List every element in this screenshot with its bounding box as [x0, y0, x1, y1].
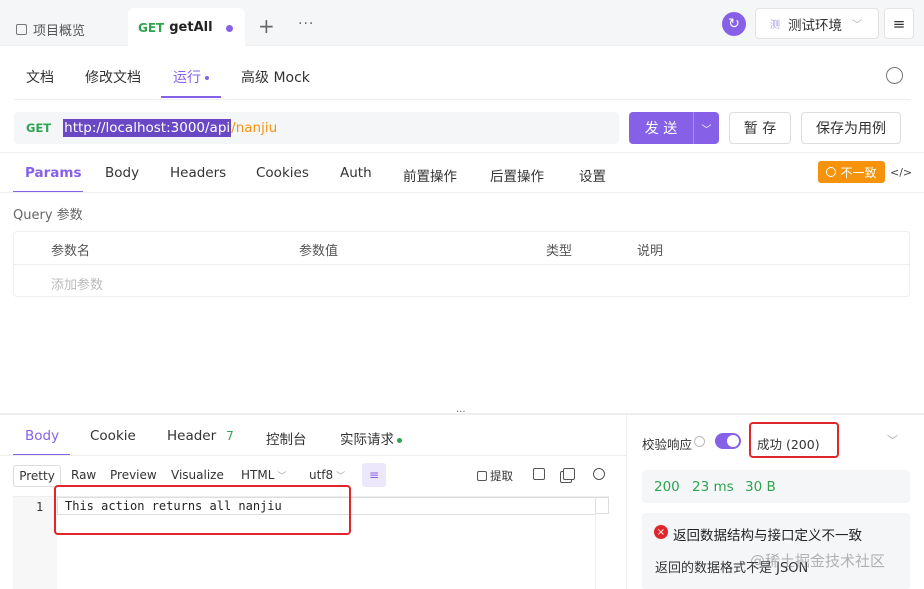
- resp-tab-cookie[interactable]: Cookie: [90, 428, 136, 444]
- toggle-knob: [727, 435, 739, 447]
- tab-getall[interactable]: GET getAll: [128, 8, 245, 47]
- send-button[interactable]: 发 送 ﹀: [629, 112, 719, 144]
- save-button[interactable]: 暂 存: [729, 112, 791, 144]
- run-dot: [205, 76, 209, 80]
- subtab-edit-doc[interactable]: 修改文档: [85, 67, 141, 87]
- resp-tab-divider: [0, 455, 626, 456]
- subtab-divider: [14, 99, 910, 100]
- unsaved-dot: [226, 25, 233, 32]
- subtab-mock[interactable]: 高级 Mock: [241, 67, 310, 87]
- drag-handle[interactable]: ···: [456, 407, 466, 418]
- view-visualize[interactable]: Visualize: [171, 468, 224, 482]
- save-case-button[interactable]: 保存为用例: [801, 112, 901, 144]
- status-highlight-box: [749, 422, 839, 458]
- env-select[interactable]: 测 测试环境 ﹀: [755, 8, 879, 39]
- sync-icon[interactable]: ↻: [722, 12, 746, 36]
- paramtab-divider: [0, 192, 924, 193]
- tab-method: GET: [138, 20, 165, 35]
- code-gutter: [13, 497, 57, 589]
- line-number: 1: [36, 500, 44, 514]
- chevron-down-icon: ﹀: [336, 472, 346, 482]
- tab-params[interactable]: Params: [25, 165, 82, 181]
- tab-settings[interactable]: 设置: [579, 165, 606, 185]
- url-method: GET: [26, 121, 52, 135]
- resp-tab-console[interactable]: 控制台: [266, 428, 307, 448]
- query-title: Query 参数: [13, 208, 83, 223]
- actual-dot: [397, 437, 402, 443]
- add-param-input[interactable]: 添加参数: [51, 274, 103, 293]
- header-count: 7: [226, 429, 234, 443]
- tab-headers[interactable]: Headers: [170, 165, 226, 181]
- col-name: 参数名: [51, 244, 91, 259]
- code-icon[interactable]: </>: [890, 166, 912, 179]
- chevron-down-icon[interactable]: ﹀: [887, 432, 898, 448]
- resp-tab-header[interactable]: Header 7: [167, 428, 234, 444]
- validate-toggle[interactable]: [715, 433, 741, 449]
- chevron-down-icon: ﹀: [277, 472, 287, 482]
- col-desc: 说明: [637, 244, 664, 259]
- encoding-select[interactable]: utf8 ﹀: [309, 468, 345, 482]
- url-path: /nanjiu: [231, 120, 278, 136]
- env-badge: 测: [770, 20, 780, 31]
- extract-icon: [477, 471, 487, 481]
- download-icon[interactable]: [533, 468, 545, 480]
- subtab-doc[interactable]: 文档: [26, 67, 54, 87]
- add-tab-button[interactable]: +: [258, 14, 275, 38]
- view-preview[interactable]: Preview: [110, 468, 157, 482]
- col-type: 类型: [546, 244, 573, 259]
- view-pretty[interactable]: Pretty: [13, 465, 61, 487]
- extract-button[interactable]: 提取: [477, 468, 513, 484]
- url-base: http://localhost:3000/api: [63, 119, 232, 137]
- wrap-icon[interactable]: ≡: [362, 463, 386, 487]
- response-size: 30 B: [745, 479, 776, 495]
- search-icon[interactable]: [593, 468, 605, 480]
- chevron-down-icon: ﹀: [852, 20, 862, 31]
- subtab-run[interactable]: 运行: [173, 67, 209, 87]
- view-raw[interactable]: Raw: [71, 468, 96, 482]
- url-divider: [0, 152, 924, 153]
- body-highlight-box: [54, 485, 351, 535]
- clock-icon: [826, 167, 837, 177]
- tab-pre-ops[interactable]: 前置操作: [403, 165, 457, 185]
- summary-bar: [642, 470, 910, 503]
- status-code: 200: [654, 479, 680, 495]
- copy-icon[interactable]: [563, 468, 575, 480]
- menu-button[interactable]: ≡: [884, 8, 914, 39]
- overview-icon: [16, 24, 27, 35]
- history-icon[interactable]: [886, 67, 903, 84]
- help-icon[interactable]: [694, 436, 705, 447]
- env-name: 测试环境: [788, 17, 842, 34]
- send-dropdown-icon[interactable]: ﹀: [693, 112, 719, 144]
- subtab-run-underline: [161, 96, 221, 98]
- tab-body[interactable]: Body: [105, 165, 139, 181]
- tab-name: getAll: [169, 20, 213, 35]
- code-scrollbar-thumb: [595, 497, 609, 514]
- error-title: 返回数据结构与接口定义不一致: [673, 528, 862, 544]
- watermark: @稀土掘金技术社区: [750, 552, 886, 570]
- response-time: 23 ms: [692, 479, 734, 495]
- validate-label: 校验响应: [642, 437, 693, 452]
- error-icon: ×: [654, 525, 668, 539]
- more-tabs-button[interactable]: ···: [298, 16, 314, 32]
- resp-tab-actual[interactable]: 实际请求: [340, 428, 402, 448]
- format-select[interactable]: HTML ﹀: [241, 468, 286, 482]
- url-bar[interactable]: GET http://localhost:3000/api /nanjiu: [14, 112, 619, 144]
- inconsistent-badge[interactable]: 不一致: [818, 161, 885, 183]
- col-value: 参数值: [299, 244, 339, 259]
- tab-cookies[interactable]: Cookies: [256, 165, 309, 181]
- tab-post-ops[interactable]: 后置操作: [490, 165, 544, 185]
- tab-auth[interactable]: Auth: [340, 165, 372, 181]
- query-header-divider: [14, 264, 909, 265]
- response-vertical-divider: [626, 414, 627, 589]
- resp-tab-body[interactable]: Body: [25, 428, 59, 444]
- tab-project-overview[interactable]: 项目概览: [16, 20, 85, 39]
